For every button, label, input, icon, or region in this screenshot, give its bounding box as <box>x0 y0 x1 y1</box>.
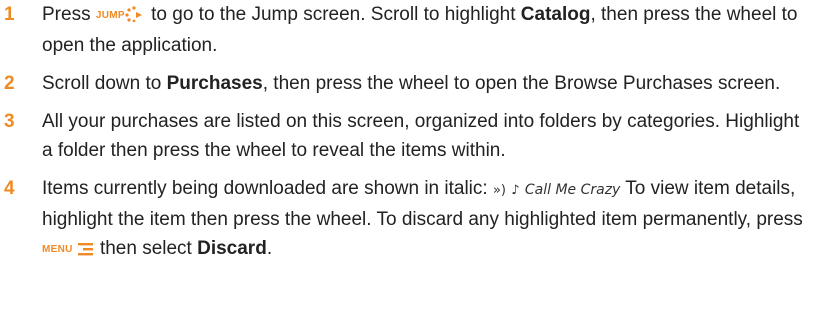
music-note-icon: ♪ <box>511 183 520 198</box>
step-text: Scroll down to Purchases, then press the… <box>42 69 820 98</box>
step-number: 3 <box>4 111 15 132</box>
jump-key-label: JUMP <box>95 10 125 21</box>
step-text: All your purchases are listed on this sc… <box>42 111 800 161</box>
step-4: 4 Items currently being downloaded are s… <box>0 174 820 265</box>
catalog-label: Catalog <box>520 4 591 25</box>
step-number: 2 <box>4 73 15 94</box>
purchases-label: Purchases <box>166 73 263 94</box>
step-text-part: Press <box>42 4 96 25</box>
step-text-part: Items currently being downloaded are sho… <box>42 178 493 199</box>
step-2: 2 Scroll down to Purchases, then press t… <box>0 69 820 98</box>
menu-key-label: MENU <box>42 244 73 255</box>
sound-icon: ») <box>492 183 506 198</box>
step-text-part: to go to the Jump screen. Scroll to high… <box>145 4 521 25</box>
step-number: 1 <box>4 4 15 25</box>
step-number: 4 <box>4 178 15 199</box>
step-text-part: . <box>266 238 273 259</box>
step-text-part: , then press the wheel to open the Brows… <box>262 73 781 94</box>
instruction-steps: 1 Press JUMP to go to the Jump screen. S… <box>0 0 820 265</box>
step-text: Items currently being downloaded are sho… <box>42 174 820 265</box>
downloading-item-name: Call Me Crazy <box>524 182 621 198</box>
step-text-part: Scroll down to <box>42 73 167 94</box>
discard-label: Discard <box>197 238 267 259</box>
menu-lines-icon <box>75 236 95 265</box>
step-text: Press JUMP to go to the Jump screen. Scr… <box>42 0 820 60</box>
step-text-part: then select <box>99 238 198 259</box>
jump-dots-icon <box>125 2 143 31</box>
step-1: 1 Press JUMP to go to the Jump screen. S… <box>0 0 820 60</box>
step-3: 3 All your purchases are listed on this … <box>0 107 820 165</box>
